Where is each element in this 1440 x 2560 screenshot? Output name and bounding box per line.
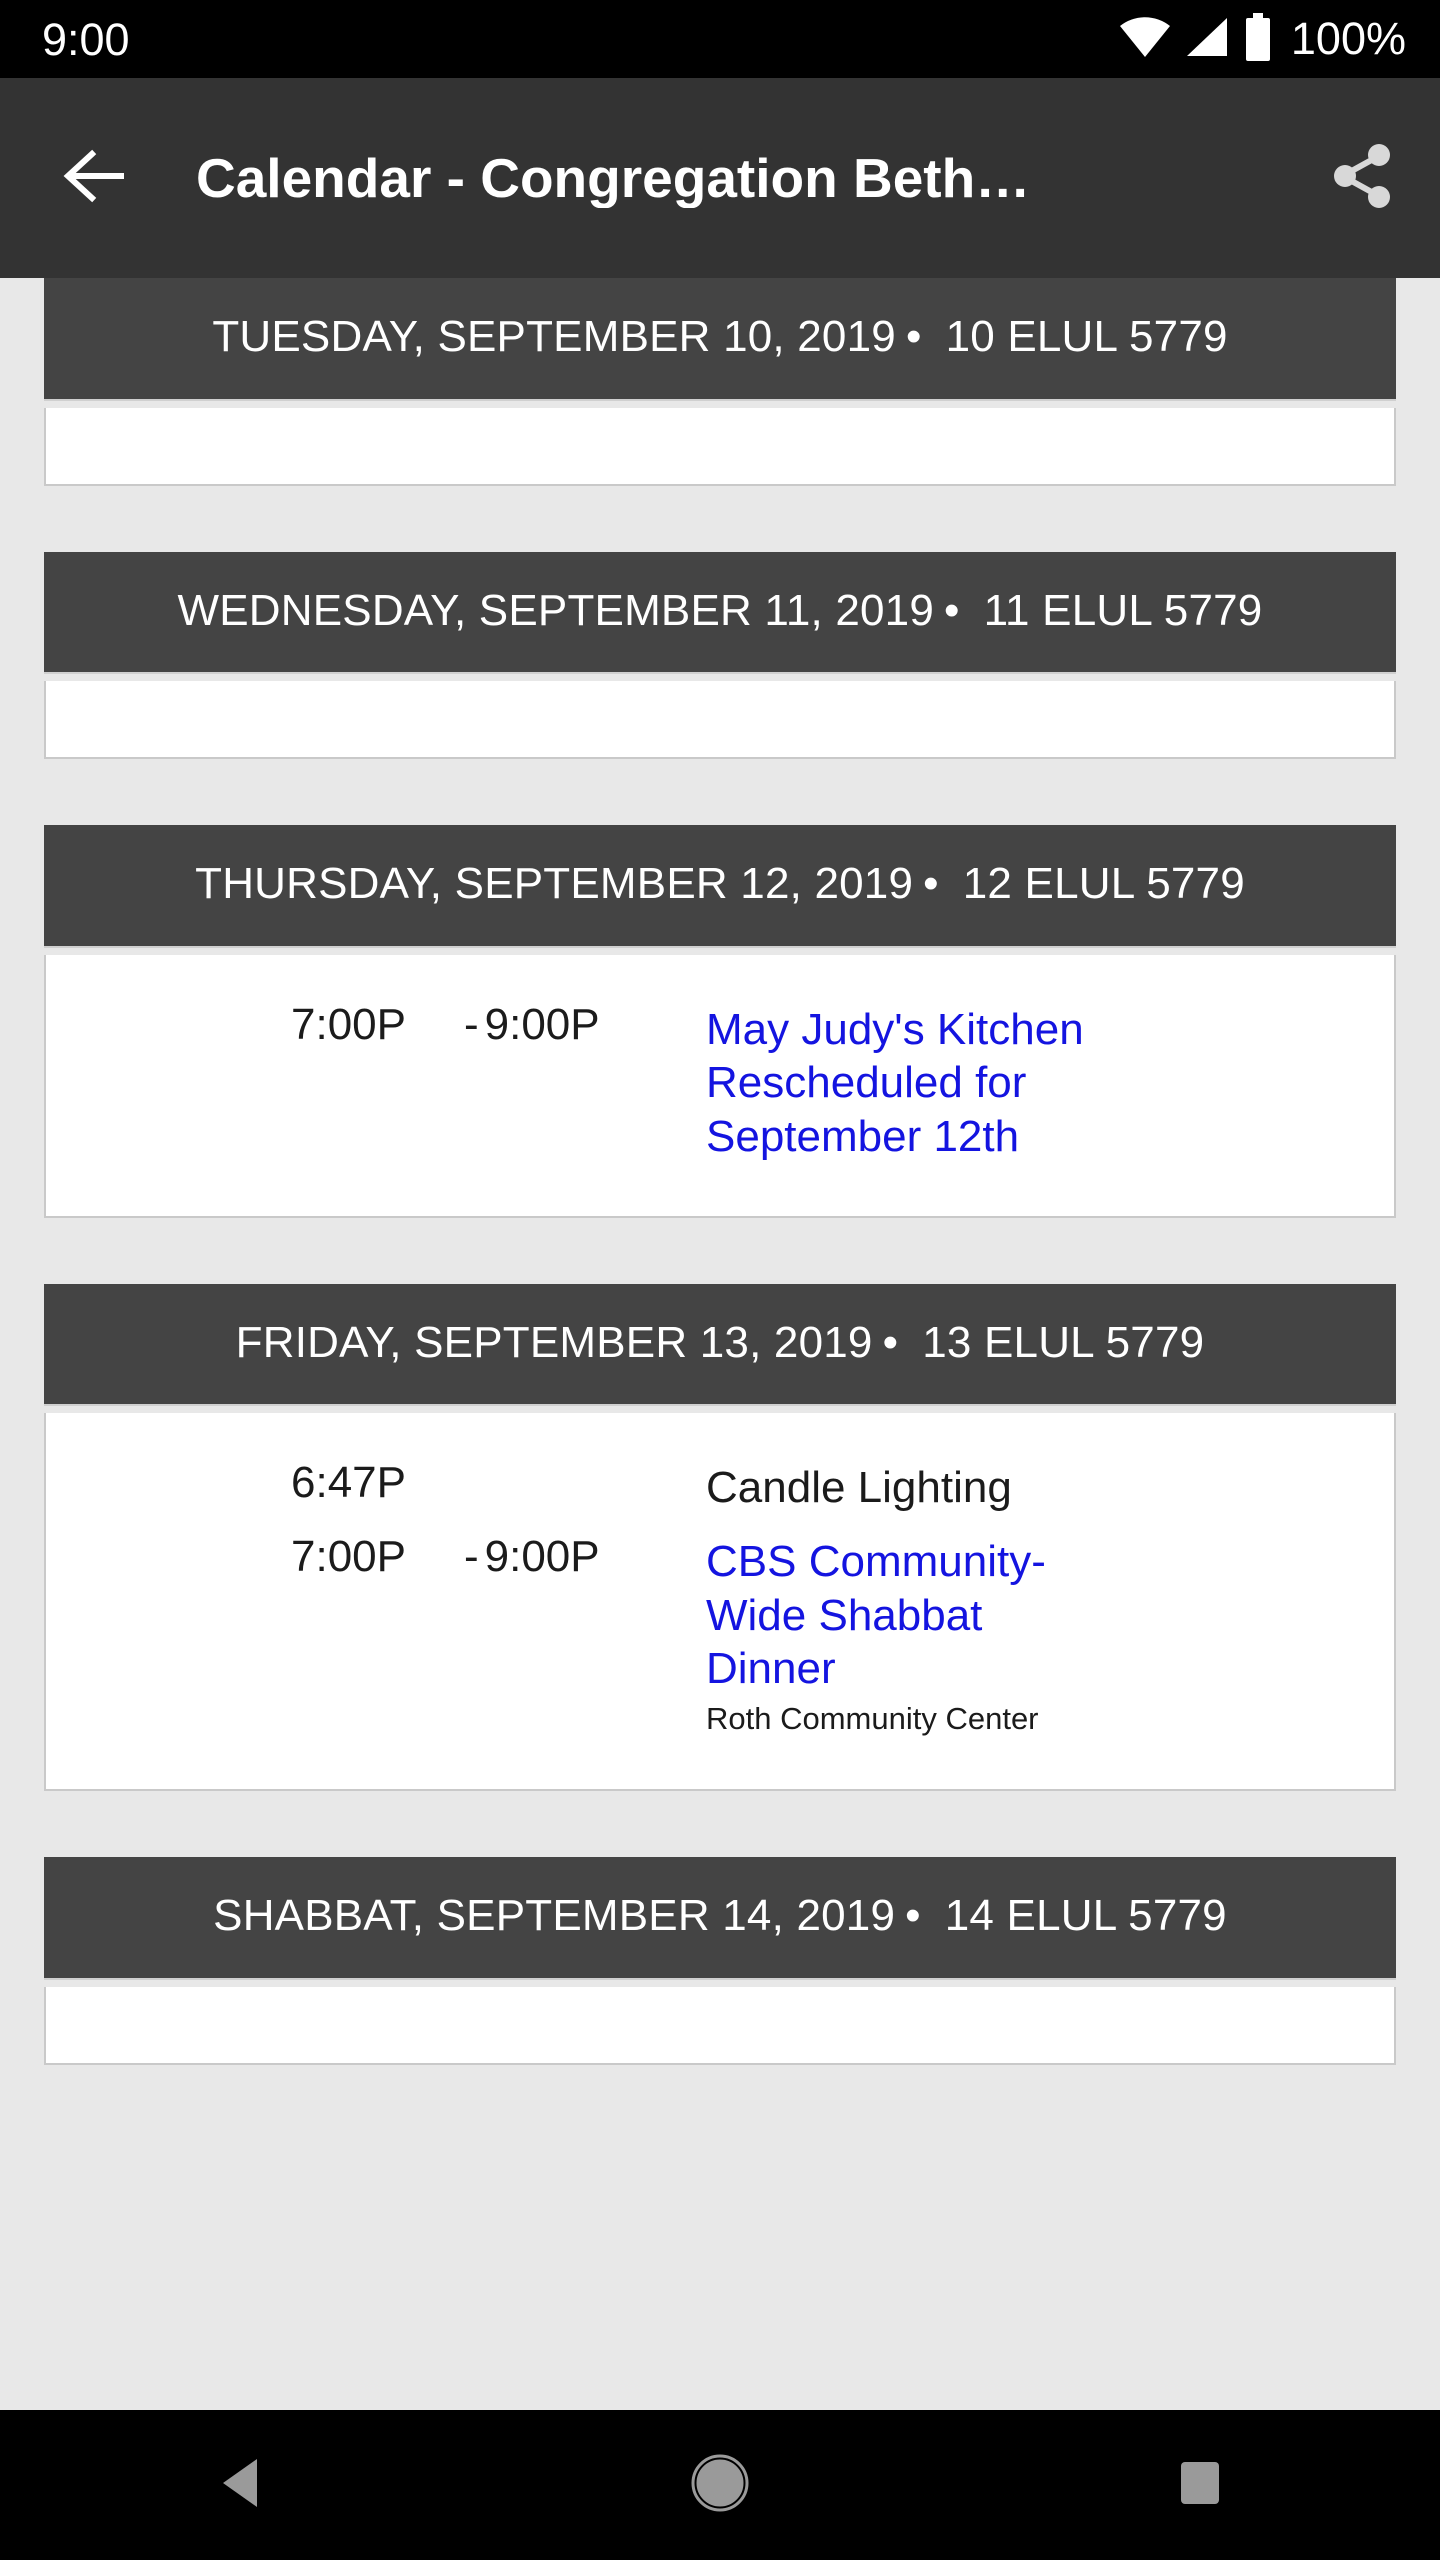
day-card: SHABBAT, SEPTEMBER 14, 2019 • 14 ELUL 5779 bbox=[44, 1857, 1396, 2065]
event-time-dash: - bbox=[463, 999, 479, 1049]
event-title-link[interactable]: CBS Community-Wide Shabbat Dinner bbox=[706, 1535, 1106, 1696]
nav-back-button[interactable] bbox=[145, 2410, 335, 2560]
event-row[interactable]: 7:00P -9:00P CBS Community-Wide Shabbat Di… bbox=[46, 1515, 1394, 1789]
back-arrow-icon bbox=[62, 148, 128, 209]
day-gregorian-date: WEDNESDAY, SEPTEMBER 11, 2019 bbox=[177, 585, 935, 635]
day-separator-dot: • bbox=[882, 1317, 899, 1367]
wifi-icon bbox=[1119, 16, 1171, 63]
day-card-gap bbox=[0, 1218, 1440, 1284]
android-navigation-bar bbox=[0, 2410, 1440, 2560]
share-icon bbox=[1332, 143, 1394, 214]
event-time: 7:00P -9:00P bbox=[46, 999, 706, 1049]
event-time: 7:00P -9:00P bbox=[46, 1535, 706, 1579]
day-header: FRIDAY, SEPTEMBER 13, 2019 • 13 ELUL 5779 bbox=[44, 1283, 1396, 1405]
day-events-container: 6:47P Candle Lighting 7:00P -9:00P CBS Commu… bbox=[44, 1413, 1396, 1792]
day-events-container bbox=[44, 407, 1396, 486]
day-card: FRIDAY, SEPTEMBER 13, 2019 • 13 ELUL 5779 6… bbox=[44, 1283, 1396, 1792]
event-details: May Judy's Kitchen Rescheduled for Septe… bbox=[706, 1003, 1394, 1164]
day-events-container: 7:00P -9:00P May Judy's Kitchen Reschedule… bbox=[44, 954, 1396, 1218]
status-clock: 9:00 bbox=[42, 13, 130, 65]
event-time: 6:47P bbox=[46, 1461, 706, 1505]
battery-percent-label: 100% bbox=[1290, 13, 1406, 64]
day-card-gap bbox=[0, 1791, 1440, 1857]
event-details: Candle Lighting bbox=[706, 1461, 1394, 1515]
event-location: Roth Community Center bbox=[706, 1701, 1039, 1737]
day-card: WEDNESDAY, SEPTEMBER 11, 2019 • 11 ELUL 57… bbox=[44, 551, 1396, 760]
event-time-dash: - bbox=[463, 1532, 479, 1582]
event-start-time: 7:00P bbox=[291, 999, 406, 1049]
day-hebrew-date: 11 ELUL 5779 bbox=[983, 585, 1263, 635]
day-hebrew-date: 10 ELUL 5779 bbox=[945, 312, 1228, 361]
page-title: Calendar - Congregation Beth… bbox=[196, 147, 1031, 209]
day-card: THURSDAY, SEPTEMBER 12, 2019 • 12 ELUL 577… bbox=[44, 825, 1396, 1218]
day-events-container bbox=[44, 1986, 1396, 2065]
event-row[interactable]: 7:00P -9:00P May Judy's Kitchen Reschedule… bbox=[46, 955, 1394, 1216]
day-header: THURSDAY, SEPTEMBER 12, 2019 • 12 ELUL 577… bbox=[44, 825, 1396, 946]
day-card: TUESDAY, SEPTEMBER 10, 2019 • 10 ELUL 5779 bbox=[44, 278, 1396, 486]
day-card-gap bbox=[0, 759, 1440, 825]
day-hebrew-date: 14 ELUL 5779 bbox=[944, 1891, 1227, 1941]
calendar-day-list[interactable]: TUESDAY, SEPTEMBER 10, 2019 • 10 ELUL 5779… bbox=[0, 278, 1440, 2410]
day-separator-dot: • bbox=[923, 859, 939, 909]
event-row[interactable]: 6:47P Candle Lighting bbox=[46, 1413, 1394, 1515]
nav-home-button[interactable] bbox=[625, 2410, 815, 2560]
day-hebrew-date: 12 ELUL 5779 bbox=[962, 859, 1245, 909]
event-start-time: 6:47P bbox=[291, 1458, 406, 1508]
back-button[interactable] bbox=[56, 139, 134, 217]
app-screen: 9:00 100% Calendar - Congregation Beth… … bbox=[0, 0, 1440, 2560]
day-hebrew-date: 13 ELUL 5779 bbox=[922, 1317, 1205, 1367]
day-card-gap bbox=[0, 486, 1440, 552]
battery-full-icon bbox=[1243, 12, 1273, 66]
event-start-time: 7:00P bbox=[291, 1532, 406, 1582]
share-button[interactable] bbox=[1324, 139, 1402, 217]
event-details: CBS Community-Wide Shabbat Dinner Roth Co… bbox=[706, 1535, 1394, 1737]
day-header: SHABBAT, SEPTEMBER 14, 2019 • 14 ELUL 5779 bbox=[44, 1857, 1396, 1978]
event-title-link[interactable]: May Judy's Kitchen Rescheduled for Septe… bbox=[706, 1003, 1106, 1164]
day-gregorian-date: TUESDAY, SEPTEMBER 10, 2019 bbox=[212, 312, 896, 361]
event-end-time: 9:00P bbox=[484, 999, 600, 1049]
day-separator-dot: • bbox=[905, 1891, 921, 1941]
day-header: TUESDAY, SEPTEMBER 10, 2019 • 10 ELUL 5779 bbox=[44, 278, 1396, 399]
home-circle-icon bbox=[691, 2454, 749, 2517]
day-header: WEDNESDAY, SEPTEMBER 11, 2019 • 11 ELUL 57… bbox=[44, 551, 1396, 673]
day-events-container bbox=[44, 681, 1396, 760]
event-title: Candle Lighting bbox=[706, 1463, 1012, 1513]
day-separator-dot: • bbox=[905, 312, 922, 361]
back-triangle-icon bbox=[215, 2455, 265, 2516]
recents-square-icon bbox=[1175, 2458, 1225, 2513]
status-icons: 100% bbox=[1119, 12, 1406, 66]
status-bar: 9:00 100% bbox=[0, 0, 1440, 78]
day-gregorian-date: FRIDAY, SEPTEMBER 13, 2019 bbox=[235, 1317, 873, 1367]
day-gregorian-date: THURSDAY, SEPTEMBER 12, 2019 bbox=[195, 859, 914, 909]
day-separator-dot: • bbox=[944, 585, 960, 635]
event-end-time: 9:00P bbox=[484, 1532, 600, 1582]
day-gregorian-date: SHABBAT, SEPTEMBER 14, 2019 bbox=[213, 1891, 896, 1941]
cell-signal-icon bbox=[1185, 16, 1229, 63]
nav-recents-button[interactable] bbox=[1105, 2410, 1295, 2560]
app-bar: Calendar - Congregation Beth… bbox=[0, 78, 1440, 278]
